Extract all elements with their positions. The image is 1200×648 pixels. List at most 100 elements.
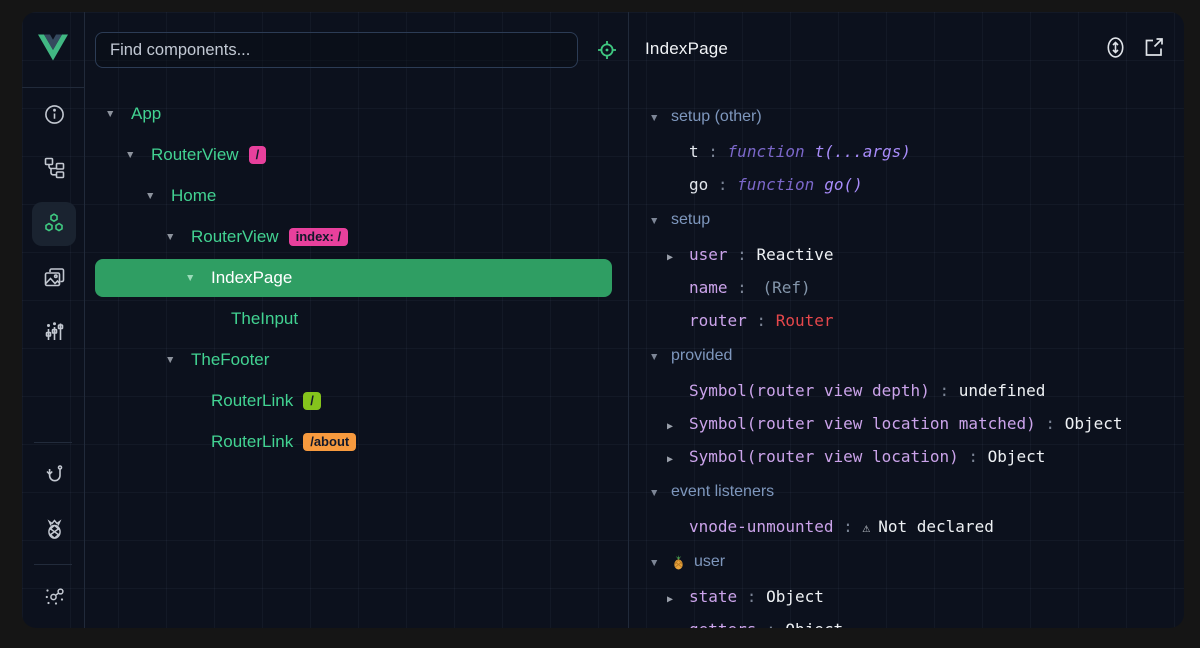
tree-row-thefooter[interactable]: TheFooter — [85, 339, 628, 380]
state-row-symbol-matched[interactable]: Symbol(router view location matched) Obj… — [629, 407, 1184, 440]
section-header-setup[interactable]: setup — [629, 201, 1184, 238]
function-keyword: function — [737, 175, 814, 194]
component-label: RouterLink — [211, 391, 293, 411]
section-header-setup-other[interactable]: setup (other) — [629, 98, 1184, 135]
tree-row-routerview[interactable]: RouterView / — [85, 134, 628, 175]
route-badge: /about — [303, 433, 356, 451]
state-row-symbol-location[interactable]: Symbol(router view location) Object — [629, 440, 1184, 473]
inspector-panel: setup (other) t function t(...args) go f… — [629, 88, 1184, 628]
separator — [756, 620, 785, 628]
state-key: name — [689, 278, 728, 297]
search-bar — [85, 12, 629, 88]
state-key: vnode-unmounted — [689, 517, 834, 536]
component-label: RouterView — [191, 227, 279, 247]
expand-toggle-icon[interactable] — [145, 190, 171, 202]
component-label: IndexPage — [211, 268, 292, 288]
separator — [708, 175, 737, 194]
outline-tree-icon — [43, 156, 66, 182]
route-badge: / — [303, 392, 321, 410]
expand-arrow-icon[interactable] — [667, 414, 689, 433]
tree-row-routerlink[interactable]: RouterLink / — [85, 380, 628, 421]
tree-row-routerlink-2[interactable]: RouterLink /about — [85, 421, 628, 462]
state-value: Object — [766, 587, 824, 606]
component-label: Home — [171, 186, 216, 206]
inspect-target-button[interactable] — [591, 38, 623, 64]
inspector-title: IndexPage — [645, 39, 728, 59]
state-row-go: go function go() — [629, 168, 1184, 201]
state-value: Object — [1065, 414, 1123, 433]
expand-toggle-icon[interactable] — [165, 231, 191, 243]
expand-arrow-icon[interactable] — [667, 245, 689, 264]
separator — [1036, 414, 1065, 433]
sidebar-item-components[interactable] — [32, 202, 76, 246]
logo-cell — [22, 12, 85, 88]
sidebar-item-timeline[interactable] — [32, 311, 76, 355]
expand-toggle-icon[interactable] — [165, 354, 191, 366]
state-key: user — [689, 245, 728, 264]
pinia-pineapple-icon — [43, 518, 66, 544]
inspector-header: IndexPage — [629, 12, 1184, 88]
sidebar-item-graph[interactable] — [32, 576, 76, 620]
expand-arrow-icon[interactable] — [667, 620, 689, 628]
vue-logo-icon — [38, 34, 68, 66]
tree-row-home[interactable]: Home — [85, 175, 628, 216]
route-badge: / — [249, 146, 267, 164]
expand-toggle-icon[interactable] — [125, 149, 151, 161]
expand-arrow-icon[interactable] — [667, 587, 689, 606]
tree-row-theinput[interactable]: TheInput — [85, 298, 628, 339]
collapse-icon — [649, 483, 671, 501]
state-row-t: t function t(...args) — [629, 135, 1184, 168]
section-label: event listeners — [671, 483, 774, 501]
pinia-store-icon — [671, 554, 686, 570]
state-key: go — [689, 175, 708, 194]
component-label: RouterLink — [211, 432, 293, 452]
sidebar-item-info[interactable] — [32, 94, 76, 138]
open-in-new-window-button[interactable] — [1142, 36, 1166, 60]
section-header-provided[interactable]: provided — [629, 337, 1184, 374]
tree-row-app[interactable]: App — [85, 93, 628, 134]
separator — [930, 381, 959, 400]
sidebar-item-router[interactable] — [32, 454, 76, 498]
section-header-pinia-user[interactable]: user — [629, 543, 1184, 580]
separator — [699, 142, 728, 161]
state-key: state — [689, 587, 737, 606]
section-label: setup — [671, 211, 710, 229]
scroll-to-component-button[interactable] — [1103, 36, 1127, 60]
search-input[interactable] — [95, 32, 578, 68]
sidebar-item-assets[interactable] — [32, 257, 76, 301]
state-row-vnode-unmounted: vnode-unmounted Not declared — [629, 510, 1184, 543]
collapse-icon — [649, 553, 671, 571]
state-row-state[interactable]: state Object — [629, 580, 1184, 613]
info-icon — [43, 103, 66, 129]
tree-row-indexpage-selected[interactable]: IndexPage — [95, 259, 612, 297]
expand-toggle-icon[interactable] — [185, 272, 211, 284]
sidebar-item-pinia[interactable] — [32, 509, 76, 553]
tree-row-routerview-2[interactable]: RouterView index: / — [85, 216, 628, 257]
separator — [959, 447, 988, 466]
state-row-name: name (Ref) — [629, 271, 1184, 304]
component-label: TheFooter — [191, 350, 269, 370]
section-label: provided — [671, 347, 732, 365]
section-header-event-listeners[interactable]: event listeners — [629, 473, 1184, 510]
collapse-icon — [649, 211, 671, 229]
expand-toggle-icon[interactable] — [105, 108, 131, 120]
function-signature: t(...args) — [815, 142, 911, 161]
inspector-header-actions — [1103, 36, 1166, 60]
state-key: Symbol(router view location matched) — [689, 414, 1036, 433]
function-signature: go() — [824, 175, 863, 194]
components-icon — [42, 211, 66, 238]
state-value: Reactive — [756, 245, 833, 264]
state-row-getters[interactable]: getters Object — [629, 613, 1184, 628]
separator — [728, 278, 757, 297]
expand-arrow-icon[interactable] — [667, 447, 689, 466]
external-link-icon — [1143, 46, 1165, 61]
state-row-symbol-depth: Symbol(router view depth) undefined — [629, 374, 1184, 407]
router-icon — [43, 463, 66, 489]
component-label: RouterView — [151, 145, 239, 165]
sidebar-item-outline[interactable] — [32, 147, 76, 191]
separator — [728, 245, 757, 264]
function-keyword: function — [728, 142, 805, 161]
target-icon — [596, 39, 618, 64]
collapse-icon — [649, 347, 671, 365]
state-row-user[interactable]: user Reactive — [629, 238, 1184, 271]
